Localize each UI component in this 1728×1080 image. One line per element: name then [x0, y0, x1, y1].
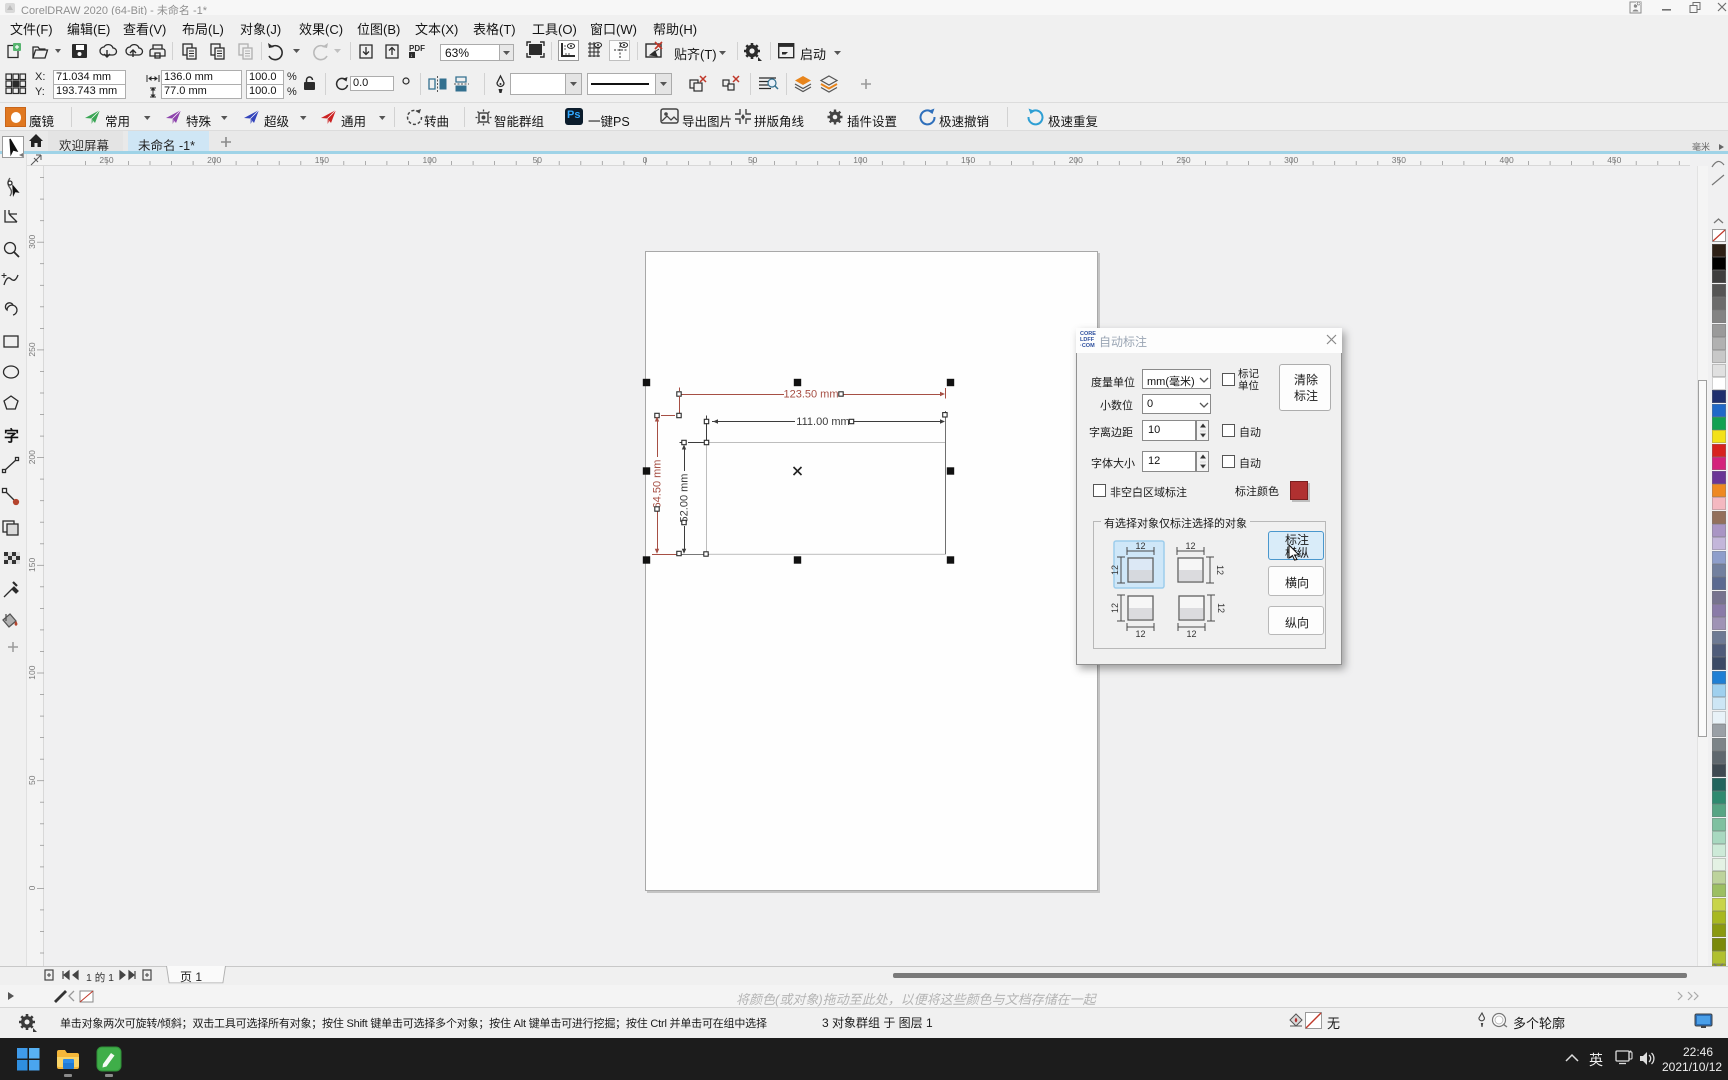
svg-text:100: 100 — [853, 155, 867, 165]
svg-text:123.50 mm: 123.50 mm — [783, 389, 838, 401]
svg-text:200: 200 — [207, 155, 221, 165]
svg-text:100: 100 — [27, 665, 37, 679]
svg-text:250: 250 — [1176, 155, 1190, 165]
svg-text:450: 450 — [1607, 155, 1621, 165]
svg-text:PDF: PDF — [409, 44, 425, 53]
svg-text:350: 350 — [1392, 155, 1406, 165]
svg-text:100: 100 — [423, 155, 437, 165]
svg-text:200: 200 — [1069, 155, 1083, 165]
svg-text:12: 12 — [1135, 541, 1145, 551]
svg-text:↓: ↓ — [410, 53, 413, 59]
svg-text:64.50 mm: 64.50 mm — [652, 460, 664, 509]
svg-text:12: 12 — [1110, 603, 1120, 613]
svg-text:300: 300 — [27, 234, 37, 248]
svg-text:150: 150 — [27, 558, 37, 572]
svg-text:300: 300 — [1284, 155, 1298, 165]
svg-text:52.00 mm: 52.00 mm — [679, 474, 691, 523]
svg-text:0: 0 — [27, 885, 37, 890]
svg-text:400: 400 — [1500, 155, 1514, 165]
svg-text:0: 0 — [643, 155, 648, 165]
svg-text:111.00 mm: 111.00 mm — [796, 416, 849, 428]
svg-text:12: 12 — [1110, 565, 1120, 575]
svg-text:150: 150 — [315, 155, 329, 165]
svg-text:150: 150 — [961, 155, 975, 165]
svg-text:12: 12 — [1185, 541, 1195, 551]
svg-text:50: 50 — [533, 155, 543, 165]
svg-text:250: 250 — [99, 155, 113, 165]
svg-text:12: 12 — [1216, 603, 1226, 613]
svg-text:250: 250 — [27, 342, 37, 356]
svg-text:50: 50 — [748, 155, 758, 165]
svg-text:12: 12 — [1135, 629, 1145, 639]
svg-text:200: 200 — [27, 450, 37, 464]
svg-text:50: 50 — [27, 775, 37, 785]
svg-text:12: 12 — [1186, 629, 1196, 639]
svg-text:12: 12 — [1215, 565, 1225, 575]
svg-text:字: 字 — [4, 427, 19, 445]
